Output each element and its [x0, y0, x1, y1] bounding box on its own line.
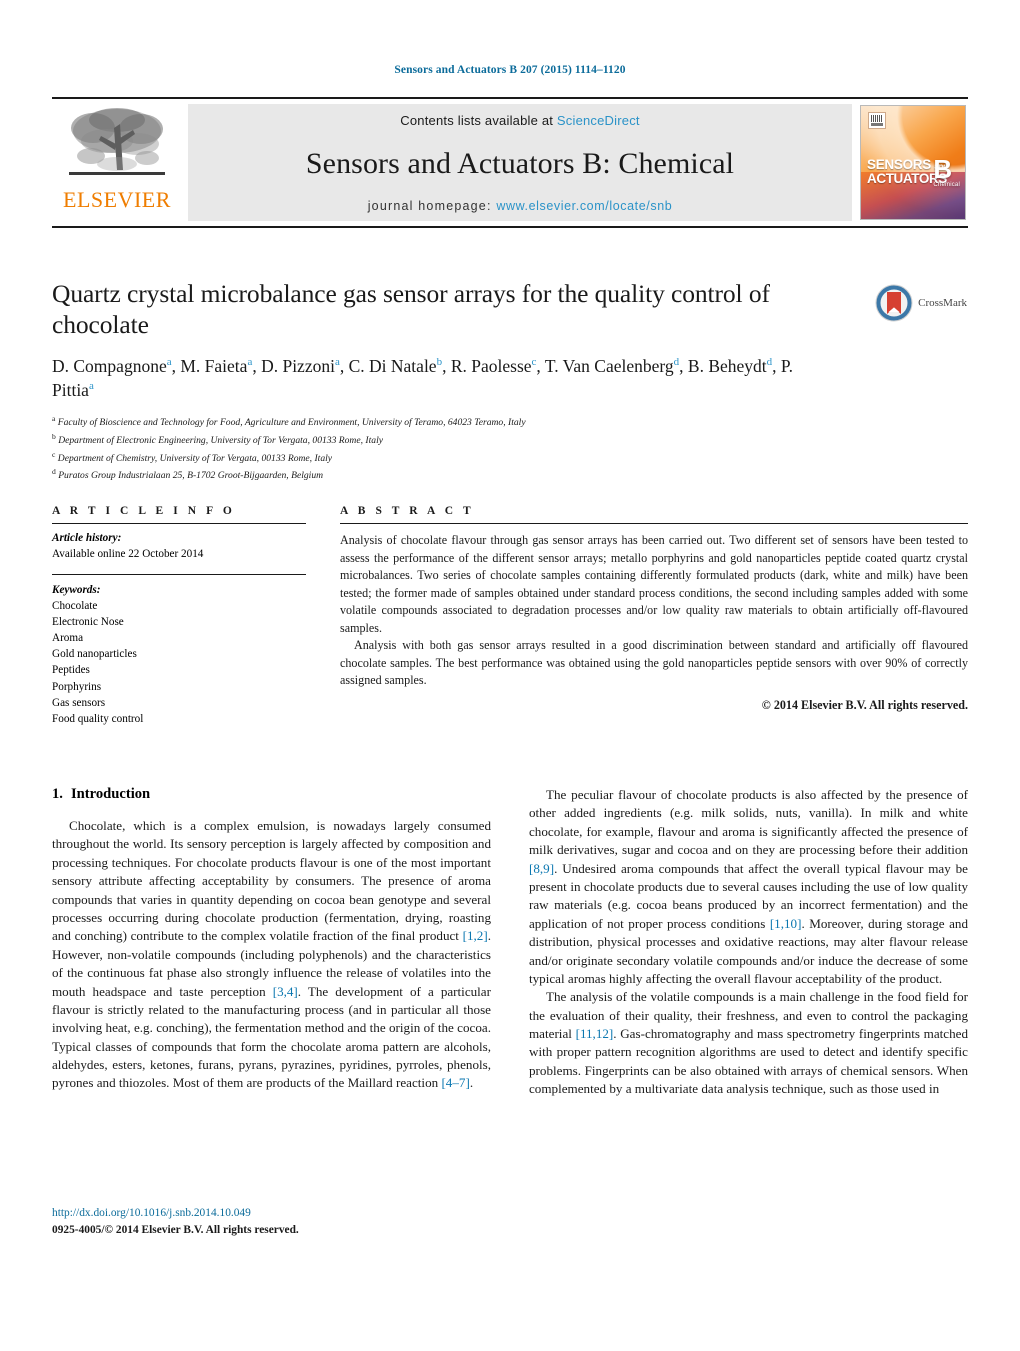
body-column-right: The peculiar flavour of chocolate produc… — [529, 786, 968, 1099]
journal-homepage-link[interactable]: www.elsevier.com/locate/snb — [496, 199, 672, 213]
cover-letter: B — [933, 153, 953, 184]
affiliation-mark: d — [52, 467, 56, 477]
keyword-item: Food quality control — [52, 712, 144, 725]
elsevier-tree-icon — [69, 108, 165, 175]
author-name: T. Van Caelenberg — [544, 356, 674, 377]
keywords-list: Chocolate Electronic Nose Aroma Gold nanopa… — [52, 598, 306, 727]
author-name: M. Faieta — [180, 356, 248, 377]
author-affiliation-mark: a — [166, 356, 172, 369]
keyword-item: Gas sensors — [52, 696, 106, 709]
body-columns: 1. Introduction Chocolate, which is a com… — [52, 786, 968, 1099]
abstract-copyright: © 2014 Elsevier B.V. All rights reserved… — [761, 697, 968, 712]
affiliation-mark: c — [52, 449, 56, 459]
keyword-item: Aroma — [52, 632, 84, 645]
elsevier-wordmark: ELSEVIER — [63, 187, 171, 212]
author-affiliation-mark: a — [88, 379, 94, 392]
author-affiliation-mark: c — [531, 356, 537, 369]
affiliation-item: c Department of Chemistry, University of… — [52, 449, 333, 464]
author-name: C. Di Natale — [348, 356, 437, 377]
abstract-paragraph-2: Analysis with both gas sensor arrays res… — [340, 638, 968, 688]
author-affiliation-mark: b — [436, 356, 443, 369]
journal-article-page: Sensors and Actuators B 207 (2015) 1114–… — [0, 0, 1020, 1351]
journal-homepage-line: journal homepage: www.elsevier.com/locat… — [368, 199, 673, 213]
affiliation-item: b Department of Electronic Engineering, … — [52, 431, 383, 446]
author-affiliation-mark: d — [673, 356, 680, 369]
affiliation-mark: a — [52, 414, 56, 424]
article-history: Article history: Available online 22 Oct… — [52, 524, 306, 563]
abstract-body: Analysis of chocolate flavour through ga… — [340, 524, 968, 714]
affiliation-item: a Faculty of Bioscience and Technology f… — [52, 414, 526, 429]
crossmark-icon — [875, 284, 913, 322]
article-info-heading: A R T I C L E I N F O — [52, 505, 236, 517]
keywords-block: Keywords: Chocolate Electronic Nose Aroma G… — [52, 575, 306, 727]
page-footer: http://dx.doi.org/10.1016/j.snb.2014.10.… — [52, 1205, 299, 1239]
keyword-item: Gold nanoparticles — [52, 648, 137, 661]
abstract-paragraph-1: Analysis of chocolate flavour through ga… — [340, 533, 968, 635]
author-affiliation-mark: d — [766, 356, 773, 369]
running-head: Sensors and Actuators B 207 (2015) 1114–… — [394, 64, 626, 76]
author-affiliation-mark: a — [334, 356, 340, 369]
citation-link[interactable]: [3,4] — [273, 984, 298, 999]
cover-series-letter: B Chemical — [933, 156, 960, 188]
affiliation-item: d Puratos Group Industrialaan 25, B-1702… — [52, 467, 324, 482]
info-abstract-region: A R T I C L E I N F O Article history: A… — [52, 505, 968, 727]
issn-copyright: 0925-4005/© 2014 Elsevier B.V. All right… — [52, 1224, 299, 1237]
citation-link[interactable]: [8,9] — [529, 861, 554, 876]
article-history-value: Available online 22 October 2014 — [52, 547, 204, 560]
cover-elsevier-mark-icon — [868, 112, 886, 129]
section-title: Introduction — [70, 786, 151, 802]
author-name: R. Paolesse — [450, 356, 532, 377]
doi-link[interactable]: http://dx.doi.org/10.1016/j.snb.2014.10.… — [52, 1205, 299, 1222]
sciencedirect-link[interactable]: ScienceDirect — [557, 113, 640, 128]
journal-title: Sensors and Actuators B: Chemical — [305, 146, 735, 180]
author-name: D. Compagnone — [52, 356, 167, 377]
keyword-item: Peptides — [52, 664, 90, 677]
page-title: Quartz crystal microbalance gas sensor a… — [52, 279, 770, 340]
article-info-column: A R T I C L E I N F O Article history: A… — [52, 505, 306, 727]
section-heading-introduction: 1. Introduction — [52, 786, 491, 803]
citation-link[interactable]: [1,2] — [463, 928, 488, 943]
body-column-left: 1. Introduction Chocolate, which is a com… — [52, 786, 491, 1099]
journal-cover-thumbnail[interactable]: SENSORS and ACTUATORS B Chemical — [860, 105, 966, 220]
citation-link[interactable]: [1,10] — [770, 916, 802, 931]
crossmark-badge[interactable]: CrossMark — [874, 283, 967, 323]
journal-band: Contents lists available at ScienceDirec… — [188, 104, 852, 221]
citation-link[interactable]: [11,12] — [576, 1026, 614, 1041]
keywords-label: Keywords: — [52, 583, 101, 596]
intro-paragraph-right-1: The peculiar flavour of chocolate produc… — [529, 787, 968, 986]
intro-paragraph-right-2: The analysis of the volatile compounds i… — [529, 989, 968, 1097]
contents-prefix: Contents lists available at — [400, 113, 557, 128]
affiliation-mark: b — [52, 431, 56, 441]
section-number: 1. — [52, 786, 63, 802]
abstract-column: A B S T R A C T Analysis of chocolate fl… — [306, 505, 968, 727]
intro-paragraph-left: Chocolate, which is a complex emulsion, … — [52, 818, 491, 1091]
keyword-item: Electronic Nose — [52, 616, 124, 629]
cover-line1: SENSORS — [867, 156, 931, 172]
homepage-prefix: journal homepage: — [367, 199, 497, 213]
title-block: Quartz crystal microbalance gas sensor a… — [52, 278, 822, 484]
article-history-label: Article history: — [52, 532, 122, 544]
contents-available-line: Contents lists available at ScienceDirec… — [400, 113, 639, 128]
keyword-item: Chocolate — [52, 599, 98, 612]
author-name: D. Pizzoni — [261, 356, 335, 377]
author-name: B. Beheydt — [687, 356, 767, 377]
author-affiliation-mark: a — [247, 356, 253, 369]
cover-letter-subtitle: Chemical — [933, 181, 960, 188]
journal-masthead: ELSEVIER Contents lists available at Sci… — [52, 97, 968, 228]
keyword-item: Porphyrins — [52, 680, 102, 693]
abstract-heading: A B S T R A C T — [340, 505, 475, 517]
affiliation-list: a Faculty of Bioscience and Technology f… — [52, 413, 822, 484]
elsevier-logo: ELSEVIER — [52, 99, 182, 226]
crossmark-label: CrossMark — [918, 297, 967, 309]
citation-link[interactable]: [4–7] — [441, 1075, 469, 1090]
author-list: D. Compagnonea, M. Faietaa, D. Pizzonia,… — [52, 356, 794, 400]
